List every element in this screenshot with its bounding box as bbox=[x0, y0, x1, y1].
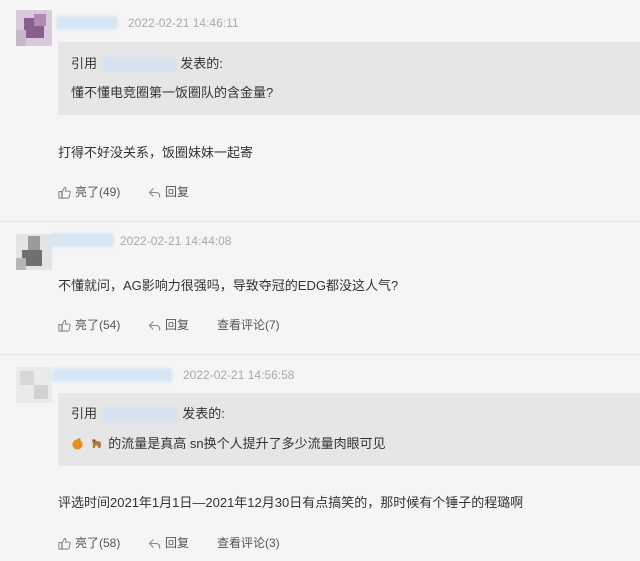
quote-block: 引用 发表的: 的流量是真高 sn换个人提升了多少流量肉眼可见 bbox=[58, 393, 640, 466]
comment-time: 2022-02-21 14:44:08 bbox=[120, 234, 232, 248]
username-blurred[interactable] bbox=[52, 368, 172, 382]
dog-emoji-icon bbox=[91, 438, 101, 449]
avatar[interactable] bbox=[16, 367, 52, 403]
comment-actions: 亮了(58) 回复 查看评论(3) bbox=[58, 535, 618, 551]
thumbs-up-icon bbox=[58, 186, 71, 199]
comment-actions: 亮了(49) 回复 bbox=[58, 184, 618, 200]
reply-arrow-icon bbox=[148, 538, 161, 549]
like-label: 亮了(49) bbox=[75, 185, 121, 199]
reply-button[interactable]: 回复 bbox=[148, 535, 189, 551]
comment-2: 2022-02-21 14:44:08 不懂就问，AG影响力很强吗，导致夺冠的E… bbox=[0, 222, 640, 355]
reply-label: 回复 bbox=[165, 185, 190, 199]
username-blurred[interactable] bbox=[50, 233, 114, 247]
username-blurred[interactable] bbox=[56, 16, 118, 30]
comment-text: 评选时间2021年1月1日—2021年12月30日有点搞笑的，那时候有个锤子的程… bbox=[58, 495, 524, 510]
like-button[interactable]: 亮了(49) bbox=[58, 184, 120, 200]
like-button[interactable]: 亮了(54) bbox=[58, 317, 120, 333]
view-comments-label: 查看评论(3) bbox=[217, 536, 280, 550]
comment-actions: 亮了(54) 回复 查看评论(7) bbox=[58, 317, 618, 333]
view-comments-button[interactable]: 查看评论(7) bbox=[217, 317, 280, 333]
like-button[interactable]: 亮了(58) bbox=[58, 535, 120, 551]
quote-block: 引用 发表的: 懂不懂电竞圈第一饭圈队的含金量? bbox=[58, 42, 640, 115]
quote-text-line: 的流量是真高 sn换个人提升了多少流量肉眼可见 bbox=[71, 433, 386, 452]
reply-arrow-icon bbox=[148, 320, 161, 331]
quote-header: 引用 发表的: bbox=[71, 403, 225, 423]
reply-button[interactable]: 回复 bbox=[148, 317, 189, 333]
quote-header: 引用 发表的: bbox=[71, 53, 223, 73]
reply-arrow-icon bbox=[148, 187, 161, 198]
tangerine-emoji-icon bbox=[72, 438, 83, 450]
thumbs-up-icon bbox=[58, 537, 71, 550]
like-label: 亮了(58) bbox=[75, 536, 121, 550]
quote-username-blurred[interactable] bbox=[100, 57, 177, 73]
quote-suffix: 发表的: bbox=[182, 406, 225, 421]
reply-label: 回复 bbox=[165, 318, 190, 332]
quote-suffix: 发表的: bbox=[180, 56, 223, 71]
avatar[interactable] bbox=[16, 234, 52, 270]
quote-text: 的流量是真高 sn换个人提升了多少流量肉眼可见 bbox=[108, 436, 386, 451]
view-comments-button[interactable]: 查看评论(3) bbox=[217, 535, 280, 551]
like-label: 亮了(54) bbox=[75, 318, 121, 332]
comment-text: 打得不好没关系，饭圈妹妹一起寄 bbox=[58, 145, 254, 160]
reply-label: 回复 bbox=[165, 536, 190, 550]
reply-button[interactable]: 回复 bbox=[148, 184, 189, 200]
quote-text: 懂不懂电竞圈第一饭圈队的含金量? bbox=[71, 85, 274, 100]
quote-prefix: 引用 bbox=[71, 406, 98, 421]
comment-1: 2022-02-21 14:46:11 引用 发表的: 懂不懂电竞圈第一饭圈队的… bbox=[0, 0, 640, 222]
comment-time: 2022-02-21 14:56:58 bbox=[183, 368, 295, 382]
view-comments-label: 查看评论(7) bbox=[217, 318, 280, 332]
comment-time: 2022-02-21 14:46:11 bbox=[128, 16, 239, 30]
thumbs-up-icon bbox=[58, 319, 71, 332]
avatar[interactable] bbox=[16, 10, 52, 46]
comment-text: 不懂就问，AG影响力很强吗，导致夺冠的EDG都没这人气? bbox=[58, 278, 399, 293]
quote-username-blurred[interactable] bbox=[100, 407, 179, 423]
comment-3: 2022-02-21 14:56:58 引用 发表的: 的流量是真高 sn换个人… bbox=[0, 355, 640, 561]
quote-prefix: 引用 bbox=[71, 56, 98, 71]
